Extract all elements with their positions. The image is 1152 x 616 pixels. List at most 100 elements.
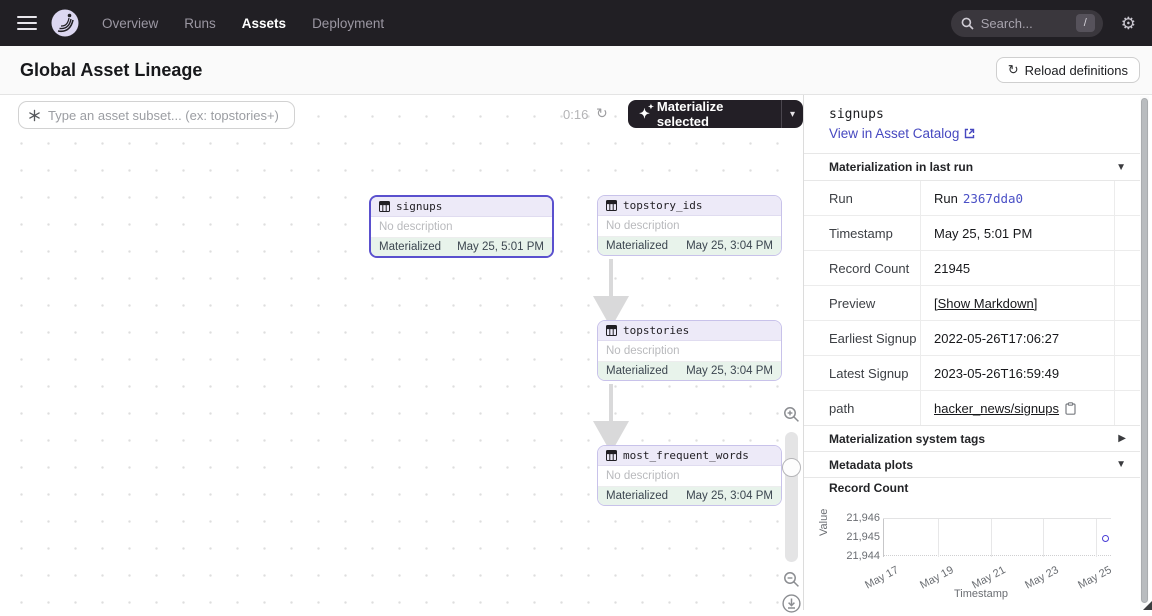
asset-subset-input[interactable] — [48, 108, 278, 123]
asset-node-status-bar: Materialized May 25, 3:04 PM — [598, 487, 781, 505]
asset-node-status: Materialized — [379, 241, 441, 253]
asset-node-status: Materialized — [606, 490, 668, 502]
asset-node-status-bar: Materialized May 25, 3:04 PM — [598, 237, 781, 255]
show-markdown-link[interactable]: [Show Markdown] — [934, 296, 1037, 311]
asset-node-status-bar: Materialized May 25, 5:01 PM — [371, 238, 552, 256]
section-label: Metadata plots — [829, 458, 913, 472]
path-link[interactable]: hacker_news/signups — [934, 401, 1059, 416]
x-tick: May 19 — [901, 564, 955, 600]
download-graph-icon[interactable] — [782, 594, 801, 613]
x-tick: May 25 — [1059, 564, 1113, 600]
asset-node-timestamp: May 25, 5:01 PM — [457, 241, 544, 253]
row-value: Run 2367dda0 — [920, 181, 1114, 215]
section-label: Materialization in last run — [829, 160, 973, 174]
materialize-dropdown-caret[interactable]: ▾ — [781, 100, 803, 128]
asset-node-header: topstories — [598, 321, 781, 341]
table-row-timestamp: Timestamp May 25, 5:01 PM — [804, 216, 1140, 251]
search-input[interactable] — [981, 16, 1073, 31]
asset-node-signups[interactable]: signups No description Materialized May … — [369, 195, 554, 258]
resize-corner[interactable] — [1143, 601, 1152, 610]
section-materialization-system-tags[interactable]: Materialization system tags ▶ — [804, 425, 1140, 451]
row-label: Record Count — [804, 251, 920, 285]
row-value: 21945 — [920, 251, 1114, 285]
section-divider — [804, 477, 1140, 478]
table-icon — [606, 200, 617, 211]
page-title: Global Asset Lineage — [20, 60, 202, 81]
row-label: Run — [804, 181, 920, 215]
asset-graph-filter-icon — [28, 109, 41, 122]
chart-y-axis-label: Value — [818, 509, 830, 536]
x-tick: May 17 — [846, 564, 900, 600]
zoom-in-icon[interactable] — [783, 406, 800, 423]
y-tick: 21,946 — [832, 512, 880, 524]
section-materialization-last-run[interactable]: Materialization in last run ▼ — [804, 153, 1140, 180]
asset-node-name: signups — [396, 200, 442, 213]
asset-subset-filter[interactable] — [18, 101, 295, 129]
zoom-slider[interactable] — [785, 432, 798, 562]
table-row-record-count: Record Count 21945 — [804, 251, 1140, 286]
view-in-asset-catalog-link[interactable]: View in Asset Catalog — [829, 126, 975, 141]
external-link-icon — [964, 128, 975, 139]
row-value: 2023-05-26T16:59:49 — [920, 356, 1114, 390]
asset-node-description: No description — [598, 216, 781, 237]
asset-node-description: No description — [371, 217, 552, 238]
record-count-chart: Value 21,946 21,945 21,944 May 17 May 19… — [804, 500, 1140, 610]
copy-to-clipboard-icon[interactable] — [1065, 402, 1076, 415]
row-spacer — [1114, 251, 1140, 285]
sidebar-asset-name: signups — [829, 107, 884, 122]
nav-link-assets[interactable]: Assets — [242, 16, 286, 31]
zoom-slider-handle[interactable] — [782, 458, 801, 477]
asset-node-topstory-ids[interactable]: topstory_ids No description Materialized… — [597, 195, 782, 256]
hamburger-menu-icon[interactable] — [17, 16, 37, 30]
row-spacer — [1114, 286, 1140, 320]
chart-x-axis-label: Timestamp — [954, 588, 1008, 600]
reload-definitions-button[interactable]: ↻ Reload definitions — [996, 57, 1140, 83]
materialize-selected-button[interactable]: ✦ Materialize selected ▾ — [628, 100, 803, 128]
refresh-timer: 0:16 — [563, 107, 588, 122]
table-icon — [606, 325, 617, 336]
asset-node-status: Materialized — [606, 240, 668, 252]
nav-links: Overview Runs Assets Deployment — [102, 16, 384, 31]
row-label: Preview — [804, 286, 920, 320]
table-row-earliest-signup: Earliest Signup 2022-05-26T17:06:27 — [804, 321, 1140, 356]
dagster-logo-icon[interactable] — [50, 8, 80, 38]
asset-node-timestamp: May 25, 3:04 PM — [686, 365, 773, 377]
materialize-sparkle-icon: ✦ — [639, 106, 650, 122]
materialization-table: Run Run 2367dda0 Timestamp May 25, 5:01 … — [804, 180, 1140, 426]
section-metadata-plots[interactable]: Metadata plots ▼ — [804, 451, 1140, 477]
asset-node-header: topstory_ids — [598, 196, 781, 216]
graph-refresh-icon[interactable]: ↻ — [596, 105, 608, 122]
asset-node-most-frequent-words[interactable]: most_frequent_words No description Mater… — [597, 445, 782, 506]
materialize-selected-label: Materialize selected — [657, 99, 771, 129]
asset-node-topstories[interactable]: topstories No description Materialized M… — [597, 320, 782, 381]
table-icon — [379, 201, 390, 212]
row-label: Earliest Signup — [804, 321, 920, 355]
asset-node-timestamp: May 25, 3:04 PM — [686, 490, 773, 502]
chevron-right-icon: ▶ — [1118, 433, 1126, 444]
nav-link-overview[interactable]: Overview — [102, 16, 158, 31]
asset-node-header: most_frequent_words — [598, 446, 781, 466]
table-row-latest-signup: Latest Signup 2023-05-26T16:59:49 — [804, 356, 1140, 391]
row-label: Latest Signup — [804, 356, 920, 390]
chart-plot-area — [883, 518, 1111, 556]
chevron-down-icon: ▼ — [1116, 459, 1126, 470]
asset-node-status: Materialized — [606, 365, 668, 377]
gear-icon[interactable]: ⚙ — [1121, 15, 1136, 32]
zoom-out-icon[interactable] — [783, 571, 800, 588]
section-label: Materialization system tags — [829, 432, 985, 446]
run-id-link[interactable]: 2367dda0 — [963, 191, 1023, 206]
asset-node-description: No description — [598, 341, 781, 362]
materialize-selected-main[interactable]: ✦ Materialize selected — [628, 99, 781, 129]
nav-link-runs[interactable]: Runs — [184, 16, 216, 31]
search-shortcut-badge: / — [1076, 14, 1095, 32]
asset-node-header: signups — [371, 197, 552, 217]
chart-data-point[interactable] — [1102, 535, 1109, 542]
nav-link-deployment[interactable]: Deployment — [312, 16, 384, 31]
row-spacer — [1114, 321, 1140, 355]
asset-graph-panel[interactable]: 0:16 ↻ ✦ Materialize selected ▾ signups … — [0, 95, 804, 610]
sidebar-scrollbar-thumb[interactable] — [1141, 98, 1148, 603]
table-row-path: path hacker_news/signups — [804, 391, 1140, 426]
asset-node-name: most_frequent_words — [623, 449, 749, 462]
search-box[interactable]: / — [951, 10, 1103, 37]
table-row-run: Run Run 2367dda0 — [804, 181, 1140, 216]
